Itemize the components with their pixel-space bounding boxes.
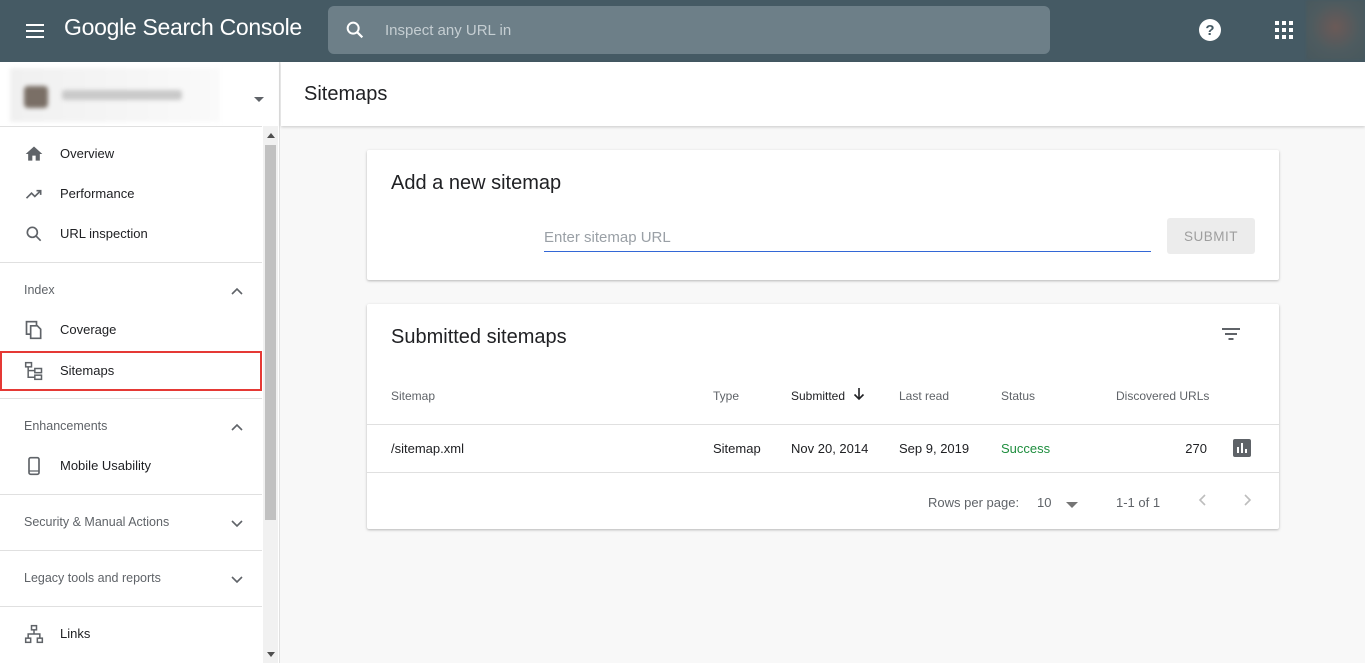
sidebar: Overview Performance URL inspection Inde… xyxy=(0,62,280,663)
section-header-security[interactable]: Security & Manual Actions xyxy=(0,502,262,542)
column-header-status[interactable]: Status xyxy=(1001,389,1035,403)
scroll-up-arrow-icon[interactable] xyxy=(267,133,275,138)
sidebar-item-overview[interactable]: Overview xyxy=(0,134,262,174)
bar-chart-icon[interactable] xyxy=(1233,439,1251,457)
scroll-down-arrow-icon[interactable] xyxy=(267,652,275,657)
sidebar-item-label: Performance xyxy=(60,186,135,201)
chevron-up-icon xyxy=(230,420,244,434)
sidebar-item-label: URL inspection xyxy=(60,226,148,241)
section-label: Legacy tools and reports xyxy=(24,571,161,585)
card-title: Add a new sitemap xyxy=(391,172,562,194)
sidebar-item-label: Coverage xyxy=(60,322,117,337)
top-app-bar: Google Search Console ? xyxy=(0,0,1365,62)
sidebar-item-links[interactable]: Links xyxy=(0,614,262,654)
section-header-legacy[interactable]: Legacy tools and reports xyxy=(0,558,262,598)
column-header-last-read[interactable]: Last read xyxy=(899,389,949,403)
section-header-enhancements[interactable]: Enhancements xyxy=(0,406,262,446)
sidebar-item-label: Mobile Usability xyxy=(60,458,152,473)
home-icon xyxy=(24,144,44,164)
pagination-range: 1-1 of 1 xyxy=(1116,495,1161,510)
help-icon[interactable]: ? xyxy=(1198,18,1222,42)
cell-discovered-urls: 270 xyxy=(1185,441,1207,456)
rows-per-page-select[interactable]: 10 xyxy=(1035,490,1085,516)
page-header: Sitemaps xyxy=(281,62,1365,126)
links-icon xyxy=(24,624,44,644)
app-title[interactable]: Google Search Console xyxy=(64,14,302,41)
search-input[interactable] xyxy=(385,6,1025,54)
sidebar-item-mobile-usability[interactable]: Mobile Usability xyxy=(0,446,262,486)
file-copy-icon xyxy=(24,320,44,340)
section-header-index[interactable]: Index xyxy=(0,270,262,310)
cell-sitemap: /sitemap.xml xyxy=(391,441,464,456)
sitemap-icon xyxy=(24,361,44,381)
section-label: Security & Manual Actions xyxy=(24,515,170,529)
search-icon xyxy=(344,19,366,41)
chevron-up-icon xyxy=(230,284,244,298)
divider xyxy=(0,262,262,263)
chevron-down-icon xyxy=(230,572,244,586)
sidebar-item-label: Overview xyxy=(60,146,115,161)
menu-icon[interactable] xyxy=(22,19,48,43)
property-url-blurred xyxy=(62,90,182,100)
apps-grid-icon[interactable] xyxy=(1274,20,1294,40)
dropdown-caret-icon xyxy=(1066,502,1078,508)
property-selector[interactable] xyxy=(10,68,272,124)
column-header-sitemap[interactable]: Sitemap xyxy=(391,389,435,403)
smartphone-icon xyxy=(24,456,44,476)
divider xyxy=(0,126,262,127)
rows-per-page-value: 10 xyxy=(1037,495,1052,510)
url-inspection-search[interactable] xyxy=(328,6,1050,54)
chevron-down-icon xyxy=(230,516,244,530)
divider xyxy=(367,472,1279,473)
sidebar-item-url-inspection[interactable]: URL inspection xyxy=(0,214,262,254)
column-header-submitted[interactable]: Submitted xyxy=(791,389,845,403)
column-header-type[interactable]: Type xyxy=(713,389,739,403)
divider xyxy=(0,494,262,495)
divider xyxy=(0,606,262,607)
sidebar-item-sitemaps[interactable]: Sitemaps xyxy=(0,351,262,391)
property-favicon xyxy=(24,86,48,108)
column-header-discovered-urls[interactable]: Discovered URLs xyxy=(1116,389,1209,403)
status-badge: Success xyxy=(1001,441,1051,456)
sitemap-url-input[interactable] xyxy=(544,224,1151,252)
search-icon xyxy=(24,224,44,244)
add-sitemap-card: Add a new sitemap SUBMIT xyxy=(367,150,1279,280)
account-avatar[interactable] xyxy=(1306,0,1365,60)
svg-text:?: ? xyxy=(1205,22,1214,39)
section-label: Index xyxy=(24,283,55,297)
sidebar-item-label: Sitemaps xyxy=(60,363,115,378)
sidebar-item-performance[interactable]: Performance xyxy=(0,174,262,214)
submitted-sitemaps-card: Submitted sitemaps Sitemap Type Submitte… xyxy=(367,304,1279,529)
chevron-left-icon[interactable] xyxy=(1196,493,1210,507)
sidebar-item-coverage[interactable]: Coverage xyxy=(0,310,262,350)
dropdown-caret-icon xyxy=(254,97,264,102)
section-label: Enhancements xyxy=(24,419,108,433)
chevron-right-icon[interactable] xyxy=(1240,493,1254,507)
cell-type: Sitemap xyxy=(713,441,761,456)
sidebar-item-label: Links xyxy=(60,626,91,641)
page-title: Sitemaps xyxy=(304,83,388,105)
submit-button[interactable]: SUBMIT xyxy=(1167,218,1255,254)
arrow-down-icon[interactable] xyxy=(853,387,865,401)
scrollbar-thumb[interactable] xyxy=(265,145,276,520)
divider xyxy=(0,398,262,399)
divider xyxy=(0,550,262,551)
rows-per-page-label: Rows per page: xyxy=(928,495,1020,510)
trending-up-icon xyxy=(24,184,44,204)
cell-submitted: Nov 20, 2014 xyxy=(791,441,869,456)
divider xyxy=(367,424,1279,425)
cell-last-read: Sep 9, 2019 xyxy=(899,441,970,456)
card-title: Submitted sitemaps xyxy=(391,326,567,348)
filter-icon[interactable] xyxy=(1221,326,1241,342)
